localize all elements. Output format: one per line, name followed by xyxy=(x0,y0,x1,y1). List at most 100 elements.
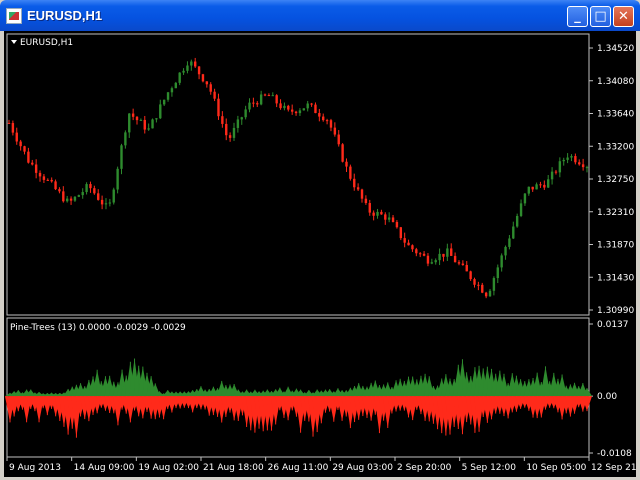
candle-body xyxy=(139,119,143,121)
candle-body xyxy=(461,263,465,266)
candle-body xyxy=(54,181,57,190)
candle-body xyxy=(438,253,441,261)
candle-body xyxy=(387,217,391,220)
candle-body xyxy=(205,81,209,85)
candle-body xyxy=(399,227,402,239)
chart-canvas[interactable]: EURUSD,H1 Pine-Trees (13) 0.0000 -0.0029… xyxy=(4,31,636,477)
candle-body xyxy=(217,98,220,117)
candle-body xyxy=(415,249,418,254)
candle-body xyxy=(81,192,84,196)
price-tick-label: 1.32750 xyxy=(597,175,634,185)
candle-body xyxy=(395,221,399,228)
title-bar[interactable]: EURUSD,H1 _ □ ✕ xyxy=(0,0,640,31)
candle-body xyxy=(271,95,274,97)
minimize-button[interactable]: _ xyxy=(567,6,588,27)
candle-body xyxy=(550,171,554,180)
candle-body xyxy=(19,141,22,147)
candle-body xyxy=(275,95,278,104)
candle-body xyxy=(306,103,309,109)
candle-body xyxy=(209,84,212,92)
candle-body xyxy=(360,189,364,199)
candle-body xyxy=(58,189,61,192)
candle-body xyxy=(143,119,146,130)
candle-body xyxy=(391,217,395,222)
candle-body xyxy=(515,215,519,227)
candle-body xyxy=(287,105,290,110)
candle-body xyxy=(290,109,294,112)
candle-body xyxy=(69,198,73,201)
candle-body xyxy=(314,104,317,114)
candle-body xyxy=(531,186,534,190)
candle-body xyxy=(11,123,15,133)
candle-body xyxy=(73,196,77,201)
candle-body xyxy=(481,284,484,293)
candle-body xyxy=(120,145,123,169)
panel-menu-triangle-icon[interactable] xyxy=(11,40,17,44)
candle-body xyxy=(325,120,329,122)
candle-body xyxy=(527,186,531,194)
candle-body xyxy=(500,255,503,268)
candle-body xyxy=(294,111,298,114)
close-button[interactable]: ✕ xyxy=(613,6,634,27)
candle-body xyxy=(190,61,193,66)
candle-body xyxy=(484,292,488,297)
candle-body xyxy=(426,255,430,264)
candle-body xyxy=(345,161,348,167)
candle-body xyxy=(329,120,333,128)
candle-body xyxy=(100,199,104,205)
candle-body xyxy=(418,253,422,255)
candle-body xyxy=(151,119,154,129)
chart-area[interactable]: EURUSD,H1 Pine-Trees (13) 0.0000 -0.0029… xyxy=(4,31,636,477)
candle-body xyxy=(159,104,162,119)
candle-body xyxy=(62,191,65,202)
price-tick-label: 1.30990 xyxy=(597,306,634,316)
candle-body xyxy=(65,198,69,202)
candle-body xyxy=(116,168,119,190)
candle-body xyxy=(349,166,352,179)
candle-body xyxy=(267,95,271,97)
candle-body xyxy=(411,245,414,250)
candle-body xyxy=(155,118,158,120)
indicator-tick-label: 0.00 xyxy=(597,392,617,402)
candle-body xyxy=(504,246,507,256)
candle-body xyxy=(225,123,228,136)
candle-body xyxy=(112,189,115,203)
x-tick-label: 10 Sep 05:00 xyxy=(526,463,586,473)
price-tick-label: 1.33640 xyxy=(597,110,634,120)
candle-body xyxy=(453,255,457,263)
x-tick-label: 29 Aug 03:00 xyxy=(332,463,393,473)
chart-window: EURUSD,H1 _ □ ✕ EURUSD,H1 Pine-Trees (13… xyxy=(0,0,640,480)
x-tick-label: 2 Sep 20:00 xyxy=(397,463,452,473)
candle-body xyxy=(403,238,406,243)
candle-body xyxy=(469,271,472,280)
x-tick-label: 14 Aug 09:00 xyxy=(74,463,135,473)
maximize-button[interactable]: □ xyxy=(590,6,611,27)
candle-body xyxy=(566,157,569,160)
candle-body xyxy=(356,187,360,190)
candle-body xyxy=(85,184,88,193)
candle-body xyxy=(450,248,453,256)
candle-body xyxy=(519,203,523,216)
candle-body xyxy=(488,290,492,297)
candle-body xyxy=(182,70,185,73)
candle-body xyxy=(337,134,340,145)
candle-body xyxy=(46,179,49,181)
candle-body xyxy=(310,103,313,105)
candle-body xyxy=(244,109,247,118)
candle-body xyxy=(318,113,321,117)
candle-body xyxy=(97,193,100,200)
candle-body xyxy=(128,113,131,133)
chart-window-icon[interactable] xyxy=(6,8,22,24)
window-title: EURUSD,H1 xyxy=(27,8,103,23)
candle-body xyxy=(364,198,368,204)
candle-body xyxy=(178,72,181,83)
candle-body xyxy=(407,242,410,246)
candle-body xyxy=(442,253,445,257)
candle-body xyxy=(581,164,585,168)
candle-body xyxy=(174,82,178,89)
candle-body xyxy=(31,162,34,165)
x-tick-label: 26 Aug 11:00 xyxy=(268,463,329,473)
candle-body xyxy=(135,116,139,121)
indicator-tick-label: -0.0108 xyxy=(597,449,632,459)
indicator-panel-label: Pine-Trees (13) 0.0000 -0.0029 -0.0029 xyxy=(10,323,186,333)
